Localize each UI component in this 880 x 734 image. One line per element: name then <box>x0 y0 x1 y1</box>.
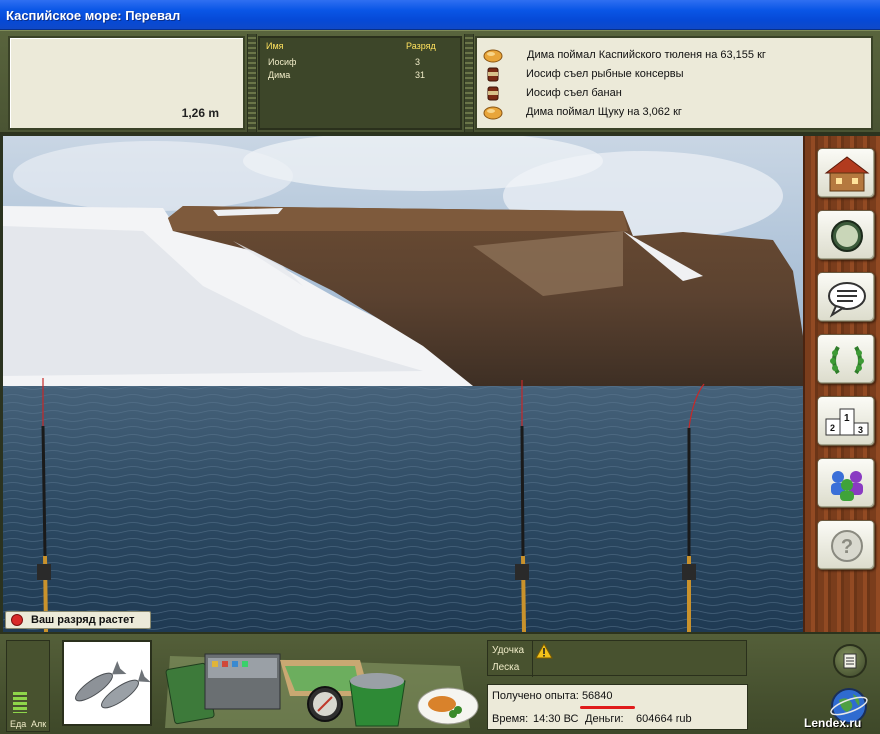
side-toolbar: 1 2 3 ? <box>803 136 880 632</box>
food-label: Еда <box>10 719 27 729</box>
panel-divider <box>247 34 257 132</box>
log-text: Дима поймал Щуку на 3,062 кг <box>526 106 682 118</box>
compass-icon <box>831 220 863 252</box>
menu-icon <box>843 653 857 669</box>
money-label: Деньги: <box>585 713 624 725</box>
log-text: Иосиф съел банан <box>526 87 622 99</box>
line-label: Леска <box>492 662 520 673</box>
event-log: Дима поймал Каспийского тюленя на 63,155… <box>475 36 873 130</box>
menu-button[interactable] <box>833 644 867 678</box>
lake-landscape <box>3 136 803 632</box>
players-table: Имя Разряд Иосиф 3 Дима 31 <box>258 36 462 130</box>
fishing-scene[interactable] <box>3 136 803 632</box>
log-text: Дима поймал Каспийского тюленя на 63,155… <box>527 49 766 61</box>
player-stats: Получено опыта: 56840 Время: 14:30 ВС Де… <box>487 684 748 730</box>
column-header-rank: Разряд <box>406 41 436 51</box>
achievements-button[interactable] <box>817 334 875 384</box>
food-meter <box>13 692 27 713</box>
map-button[interactable] <box>817 210 875 260</box>
chat-icon <box>828 282 866 318</box>
experience-highlight <box>580 706 635 709</box>
list-item: Дима поймал Щуку на 3,062 кг <box>483 103 869 122</box>
tackle-divider <box>532 641 533 677</box>
watermark: Lendex.ru <box>804 716 862 730</box>
rank-notification[interactable]: Ваш разряд растет <box>5 611 151 629</box>
panel-divider <box>464 34 474 132</box>
podium-second: 2 <box>830 423 835 433</box>
window-title: Каспийское море: Перевал <box>6 8 181 23</box>
house-button[interactable] <box>817 148 875 198</box>
rank-notification-text: Ваш разряд растет <box>31 614 135 626</box>
help-glyph: ? <box>841 536 853 558</box>
alert-icon <box>11 614 23 626</box>
inventory-tools[interactable] <box>160 636 480 732</box>
players-button[interactable] <box>817 458 875 508</box>
player-name: Дима <box>268 70 291 80</box>
experience-value: 56840 <box>581 690 613 702</box>
experience-label: Получено опыта: <box>492 690 579 702</box>
top-panel: 1,26 m Имя Разряд Иосиф 3 Дима 31 Дима п… <box>0 30 880 134</box>
list-item: Дима поймал Каспийского тюленя на 63,155… <box>483 46 869 65</box>
player-rank: 31 <box>415 70 426 80</box>
experience-text: Получено опыта: 56840 <box>492 690 613 702</box>
fish-icon <box>75 660 151 709</box>
time-label: Время: <box>492 713 529 725</box>
podium-icon: 1 2 3 <box>825 408 869 436</box>
people-icon <box>831 471 863 501</box>
depth-value: 1,26 m <box>181 106 219 120</box>
player-name: Иосиф <box>268 57 297 67</box>
bottom-panel: Еда Алк Удочка Леска Получено опыта: 568… <box>0 632 880 734</box>
podium-third: 3 <box>858 425 863 435</box>
window-title-bar[interactable]: Каспийское море: Перевал <box>0 0 880 30</box>
can-icon <box>487 67 499 82</box>
money-value: 604664 rub <box>636 713 692 725</box>
fish-viewer[interactable] <box>62 640 152 726</box>
column-header-name: Имя <box>266 41 284 51</box>
depth-display: 1,26 m <box>8 36 245 130</box>
list-item: Иосиф съел рыбные консервы <box>483 65 869 84</box>
help-icon: ? <box>831 530 863 562</box>
time-value: 14:30 ВС <box>533 713 579 725</box>
house-icon <box>824 156 870 192</box>
bread-icon <box>483 106 503 120</box>
podium-first: 1 <box>844 413 850 424</box>
tackle-tools <box>165 653 479 728</box>
chat-button[interactable] <box>817 272 875 322</box>
help-button[interactable]: ? <box>817 520 875 570</box>
bread-icon <box>483 49 503 63</box>
tackle-status: Удочка Леска <box>487 640 747 677</box>
ranking-button[interactable]: 1 2 3 <box>817 396 875 446</box>
log-text: Иосиф съел рыбные консервы <box>526 68 684 80</box>
laurel-icon <box>830 346 864 375</box>
warning-icon[interactable] <box>535 643 553 659</box>
rod-label: Удочка <box>492 645 525 656</box>
player-rank: 3 <box>415 57 421 67</box>
status-meters: Еда Алк <box>6 640 50 732</box>
list-item: Иосиф съел банан <box>483 84 869 103</box>
alcohol-label: Алк <box>31 719 47 729</box>
can-icon <box>487 86 499 101</box>
